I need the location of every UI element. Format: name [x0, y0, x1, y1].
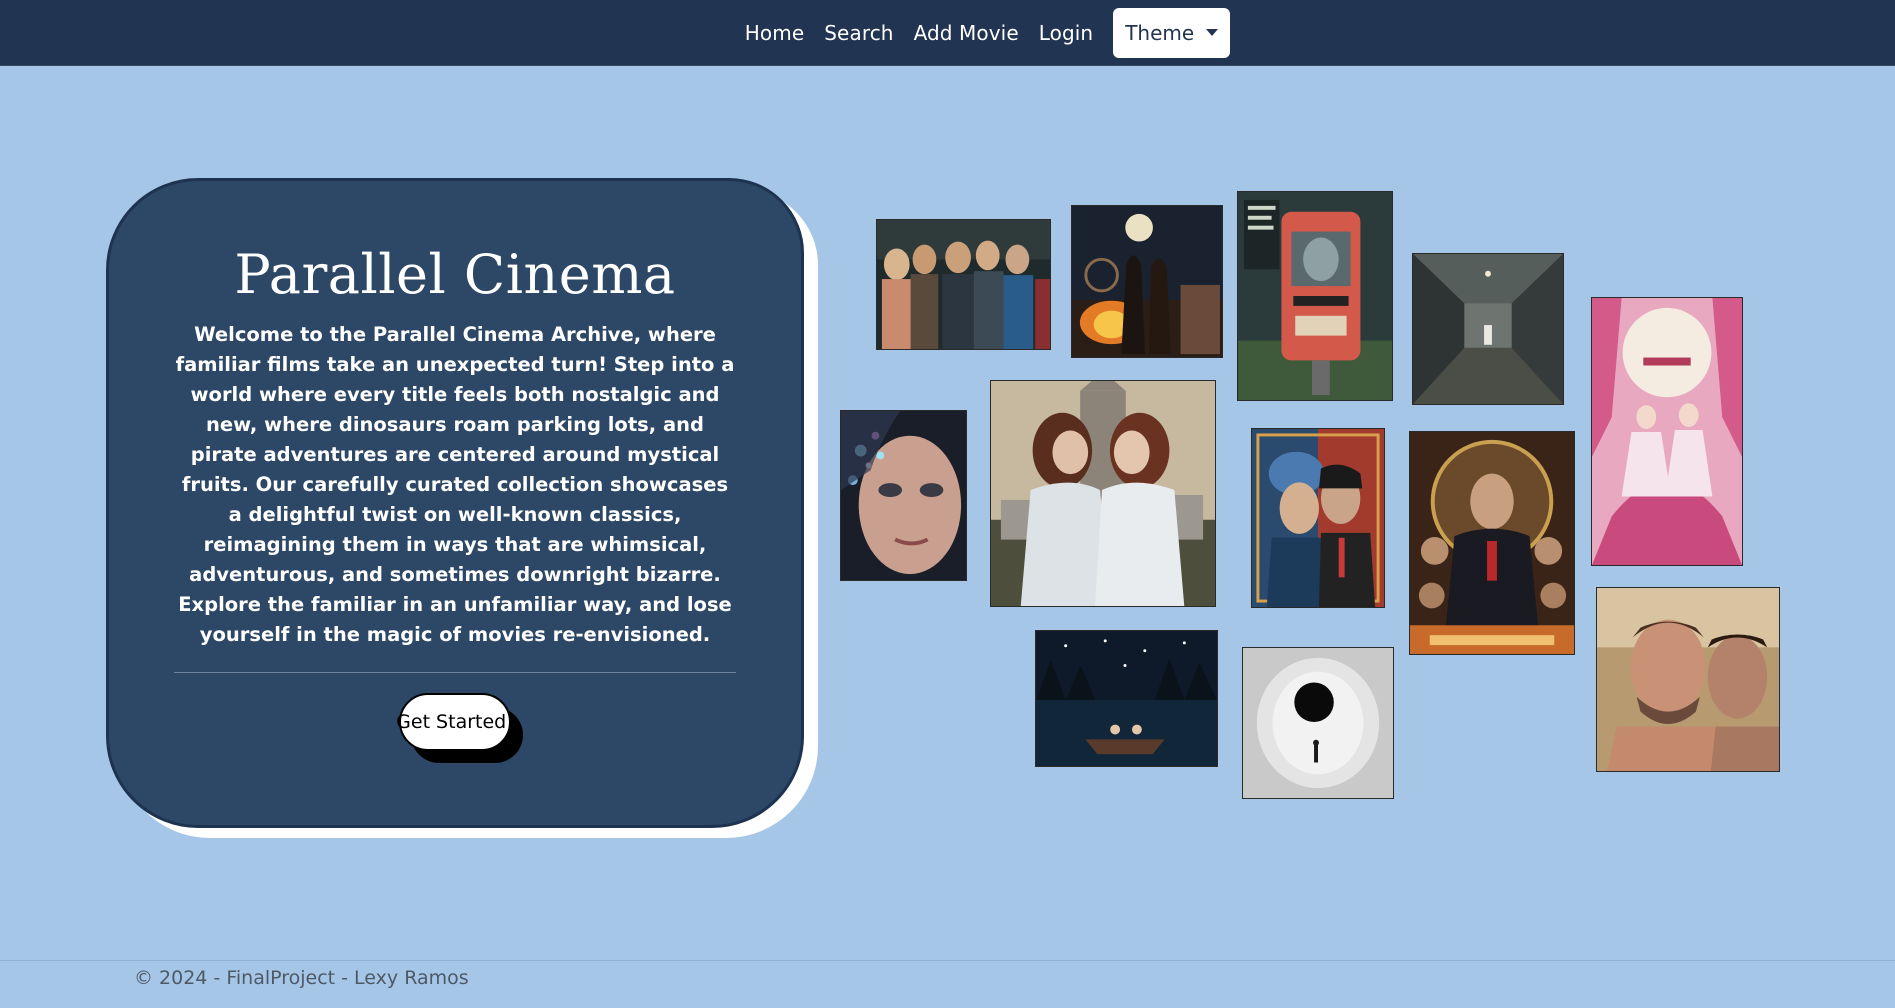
- hero-card: Parallel Cinema Welcome to the Parallel …: [106, 178, 804, 828]
- get-started-button[interactable]: Get Started!: [396, 693, 514, 751]
- two-men-portrait-poster[interactable]: [1596, 587, 1780, 772]
- night-lake-boat-poster[interactable]: [1035, 630, 1218, 767]
- hero-divider: [174, 672, 736, 673]
- group-of-characters-poster[interactable]: [876, 219, 1051, 350]
- theme-label: Theme: [1125, 20, 1195, 45]
- hero-title: Parallel Cinema: [234, 243, 676, 306]
- godfather-style-poster[interactable]: [1409, 431, 1575, 655]
- nav-list: Home Search Add Movie Login Theme: [735, 7, 1231, 58]
- nav-login-link[interactable]: Login: [1029, 21, 1103, 45]
- split-face-poster[interactable]: [1251, 428, 1385, 608]
- sparkle-face-poster[interactable]: [840, 410, 967, 581]
- footer-copyright: © 2024 - FinalProject - Lexy Ramos: [134, 967, 469, 989]
- mailbox-poster[interactable]: [1237, 191, 1393, 401]
- cta-wrapper: Get Started!: [396, 693, 523, 763]
- nav-search-link[interactable]: Search: [814, 21, 903, 45]
- navbar: Home Search Add Movie Login Theme: [0, 0, 1895, 66]
- moonlit-bonfire-poster[interactable]: [1071, 205, 1223, 358]
- pink-dancers-poster[interactable]: [1591, 297, 1743, 566]
- hallway-poster[interactable]: [1412, 253, 1564, 405]
- theme-dropdown-button[interactable]: Theme: [1113, 7, 1231, 58]
- chevron-down-icon: [1206, 29, 1219, 36]
- black-circle-poster[interactable]: [1242, 647, 1394, 799]
- two-women-cemetery-poster[interactable]: [990, 380, 1216, 607]
- footer: © 2024 - FinalProject - Lexy Ramos: [0, 960, 1895, 1008]
- hero-description: Welcome to the Parallel Cinema Archive, …: [175, 323, 735, 646]
- nav-add-movie-link[interactable]: Add Movie: [904, 21, 1029, 45]
- nav-home-link[interactable]: Home: [735, 21, 814, 45]
